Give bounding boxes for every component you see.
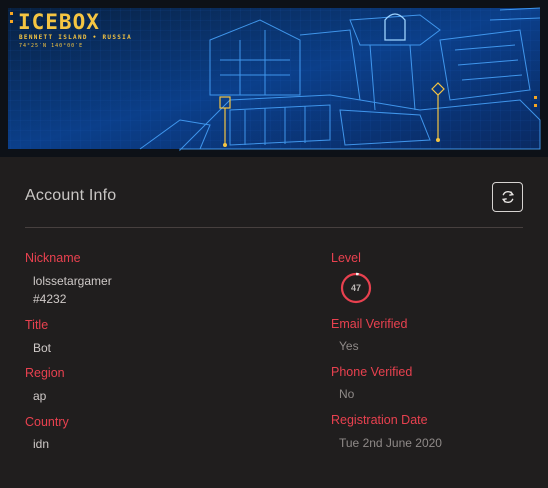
map-banner: ICEBOX BENNETT ISLAND • RUSSIA 74°25′N 1… bbox=[0, 0, 548, 157]
registration-date-value: Tue 2nd June 2020 bbox=[339, 436, 442, 450]
phone-verified-value: No bbox=[339, 387, 355, 401]
level-value: 47 bbox=[350, 283, 361, 293]
title-value: Bot bbox=[33, 341, 52, 355]
account-info-title: Account Info bbox=[25, 187, 117, 204]
phone-verified-label: Phone Verified bbox=[331, 365, 413, 379]
divider bbox=[25, 227, 523, 228]
title-label: Title bbox=[25, 318, 49, 332]
account-info-card: Account Info Nickname lolssetargamer #42… bbox=[0, 157, 548, 488]
country-value: idn bbox=[33, 437, 50, 451]
region-value: ap bbox=[33, 389, 47, 403]
email-verified-label: Email Verified bbox=[331, 317, 408, 331]
country-label: Country bbox=[25, 415, 69, 429]
nickname-tag: #4232 bbox=[33, 292, 67, 306]
map-location: BENNETT ISLAND • RUSSIA bbox=[19, 34, 132, 41]
refresh-icon bbox=[501, 190, 514, 204]
email-verified-value: Yes bbox=[339, 339, 359, 353]
map-coordinates: 74°25′N 140°00′E bbox=[19, 43, 84, 49]
nickname-value: lolssetargamer bbox=[33, 274, 112, 288]
registration-date-label: Registration Date bbox=[331, 413, 428, 427]
region-label: Region bbox=[25, 366, 65, 380]
map-title: ICEBOX bbox=[18, 10, 100, 34]
nickname-label: Nickname bbox=[25, 251, 81, 265]
level-label: Level bbox=[331, 251, 361, 265]
refresh-button[interactable] bbox=[492, 182, 523, 212]
